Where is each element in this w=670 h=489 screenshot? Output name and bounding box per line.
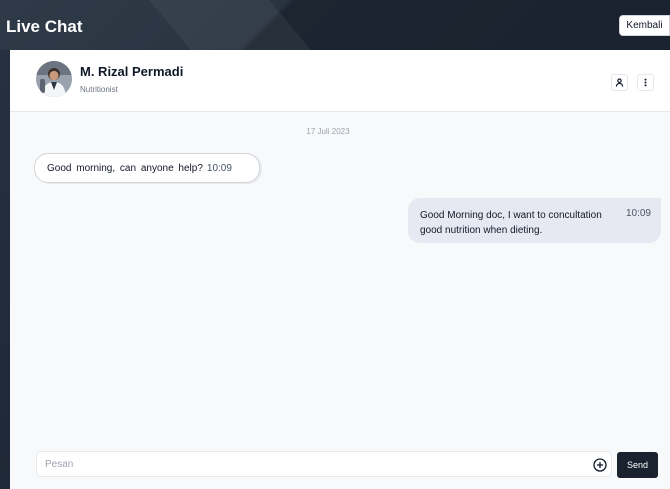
contact-role: Nutritionist	[80, 85, 118, 94]
back-button[interactable]: Kembali	[619, 15, 670, 36]
profile-button[interactable]	[611, 74, 628, 91]
attach-button[interactable]	[592, 457, 607, 472]
avatar-photo-icon	[36, 61, 72, 97]
contact-name: M. Rizal Permadi	[80, 64, 184, 79]
header-decoration	[149, 0, 311, 50]
chat-header: M. Rizal Permadi Nutritionist	[10, 50, 670, 112]
date-separator: 17 Juli 2023	[306, 127, 350, 136]
send-button[interactable]: Send	[617, 452, 658, 478]
plus-circle-icon	[592, 457, 607, 472]
message-composer	[36, 451, 612, 477]
more-vertical-icon	[644, 78, 647, 87]
person-icon	[615, 78, 624, 87]
message-text: Good Morning doc, I want to concultation…	[420, 210, 602, 236]
contact-avatar[interactable]	[36, 61, 72, 97]
message-time: 10:09	[625, 208, 651, 219]
incoming-message: Good morning, can anyone help? 10:09	[34, 153, 260, 183]
chat-panel: M. Rizal Permadi Nutritionist 17 Juli 20…	[10, 50, 670, 489]
left-frame	[0, 50, 10, 489]
top-bar: Live Chat Kembali	[0, 0, 670, 50]
message-input[interactable]	[45, 456, 575, 473]
message-time: 10:09	[206, 162, 232, 174]
more-options-button[interactable]	[637, 74, 654, 91]
message-text: Good morning, can anyone help?	[47, 162, 203, 174]
outgoing-message: Good Morning doc, I want to concultation…	[408, 198, 661, 243]
app-title: Live Chat	[6, 17, 83, 36]
